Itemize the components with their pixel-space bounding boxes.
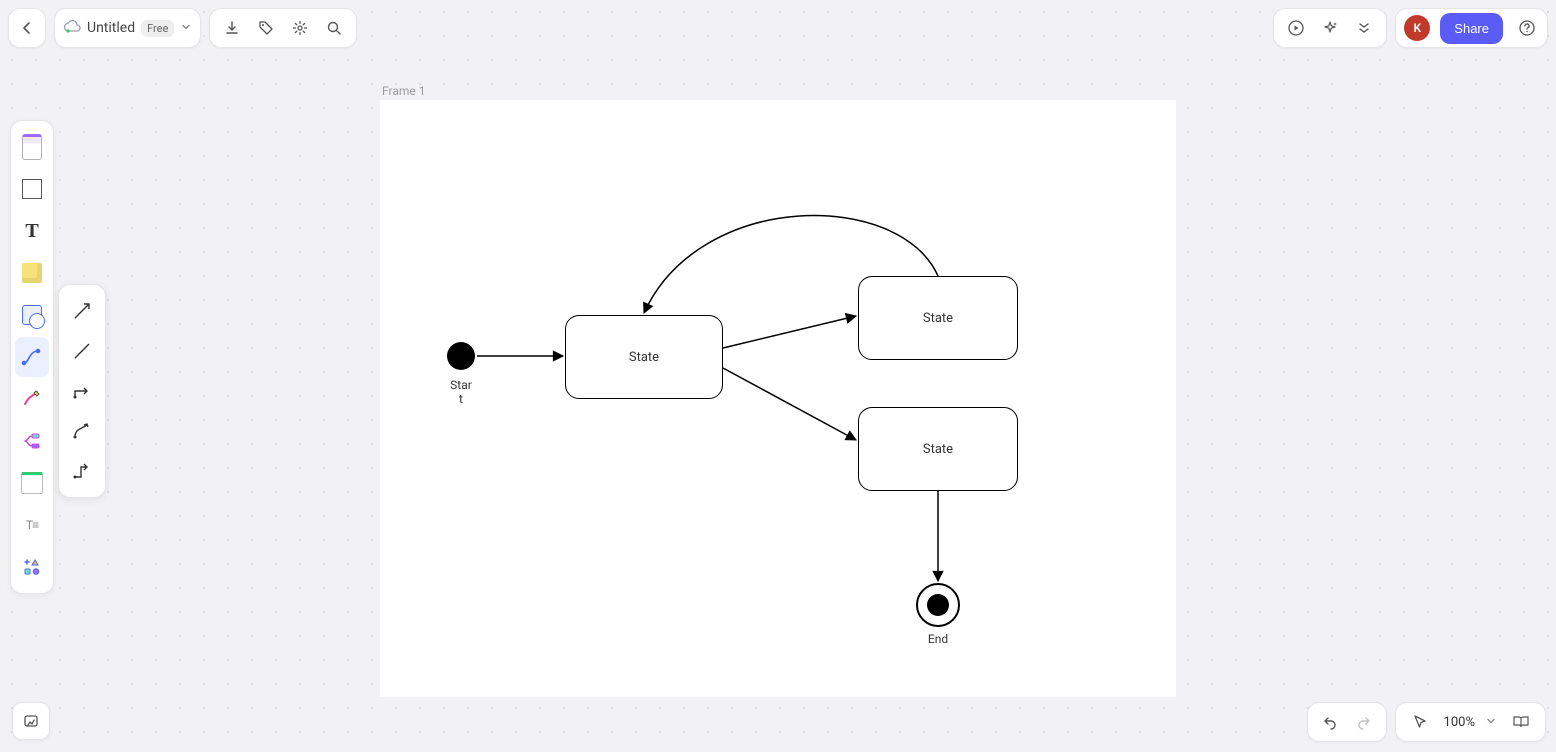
cursor-icon: [1412, 714, 1428, 730]
search-icon: [326, 20, 342, 36]
tag-icon: [258, 20, 274, 36]
doc-menu-chevron[interactable]: [180, 21, 192, 36]
curve-icon: [70, 419, 94, 443]
line-diag-icon: [70, 339, 94, 363]
share-button[interactable]: Share: [1440, 13, 1503, 44]
tool-shape[interactable]: [15, 295, 49, 335]
presentation-actions: [1273, 8, 1387, 48]
more-button[interactable]: [1350, 14, 1378, 42]
doc-title[interactable]: Untitled: [87, 20, 135, 36]
back-group: [8, 8, 46, 48]
settings-button[interactable]: [286, 14, 314, 42]
tool-add-shapes[interactable]: [15, 547, 49, 587]
start-node[interactable]: [447, 342, 475, 370]
layers-button[interactable]: [12, 702, 50, 740]
zoom-group: 100%: [1395, 702, 1546, 742]
tag-button[interactable]: [252, 14, 280, 42]
gear-icon: [292, 20, 308, 36]
tool-sticky-note[interactable]: [15, 253, 49, 293]
back-button[interactable]: [13, 14, 41, 42]
undo-button[interactable]: [1316, 708, 1344, 736]
share-group: K Share: [1395, 8, 1548, 48]
elbow-icon: [70, 379, 94, 403]
connector-curved[interactable]: [64, 411, 100, 451]
fit-view-button[interactable]: [1507, 708, 1535, 736]
state-box-1[interactable]: State: [565, 315, 723, 399]
topbar-right: K Share: [1273, 8, 1548, 48]
tool-mindmap[interactable]: [15, 421, 49, 461]
bottombar: 100%: [1307, 702, 1546, 742]
connector-flyout: [58, 284, 106, 498]
mindmap-icon: [21, 430, 43, 452]
redo-button[interactable]: [1350, 708, 1378, 736]
connectors-layer: [380, 100, 1176, 697]
connector-icon: [21, 346, 43, 368]
play-circle-icon: [1287, 19, 1305, 37]
end-node[interactable]: [916, 583, 960, 627]
download-icon: [224, 20, 240, 36]
book-open-icon: [1512, 714, 1530, 730]
redo-icon: [1356, 714, 1372, 730]
download-button[interactable]: [218, 14, 246, 42]
zoom-chevron[interactable]: [1485, 715, 1497, 730]
topbar-left: Untitled Free: [8, 8, 357, 48]
zoom-value[interactable]: 100%: [1444, 715, 1475, 730]
step-icon: [70, 459, 94, 483]
tool-table[interactable]: [15, 463, 49, 503]
ai-button[interactable]: [1316, 14, 1344, 42]
end-label: End: [918, 632, 958, 646]
start-label: Star t: [441, 378, 481, 406]
state-box-3[interactable]: State: [858, 407, 1018, 491]
plan-badge[interactable]: Free: [141, 20, 174, 37]
undo-icon: [1322, 714, 1338, 730]
shapes-plus-icon: [22, 557, 42, 577]
tool-pen[interactable]: [15, 379, 49, 419]
tool-text[interactable]: T: [15, 211, 49, 251]
tool-connector[interactable]: [15, 337, 49, 377]
user-avatar[interactable]: K: [1404, 15, 1430, 41]
tool-richtext[interactable]: T≡: [15, 505, 49, 545]
tool-frame[interactable]: [15, 169, 49, 209]
state-box-2[interactable]: State: [858, 276, 1018, 360]
arrow-diag-icon: [70, 299, 94, 323]
sparkle-icon: [1321, 19, 1339, 37]
cloud-icon: [63, 19, 81, 38]
tool-panel: T T≡: [10, 120, 54, 594]
help-button[interactable]: [1513, 14, 1541, 42]
pen-icon: [21, 388, 43, 410]
doc-header: Untitled Free: [54, 8, 201, 48]
connector-line[interactable]: [64, 331, 100, 371]
cursor-mode-button[interactable]: [1406, 708, 1434, 736]
doc-actions: [209, 8, 357, 48]
connector-arrow-straight[interactable]: [64, 291, 100, 331]
search-button[interactable]: [320, 14, 348, 42]
layers-icon: [22, 712, 40, 730]
double-chevron-down-icon: [1357, 21, 1371, 35]
history-group: [1307, 702, 1387, 742]
present-button[interactable]: [1282, 14, 1310, 42]
frame-1[interactable]: Star t State State State End: [380, 100, 1176, 697]
help-icon: [1518, 19, 1536, 37]
chevron-left-icon: [19, 20, 35, 36]
frame-label[interactable]: Frame 1: [382, 84, 425, 98]
connector-step[interactable]: [64, 451, 100, 491]
tool-page[interactable]: [15, 127, 49, 167]
connector-elbow[interactable]: [64, 371, 100, 411]
